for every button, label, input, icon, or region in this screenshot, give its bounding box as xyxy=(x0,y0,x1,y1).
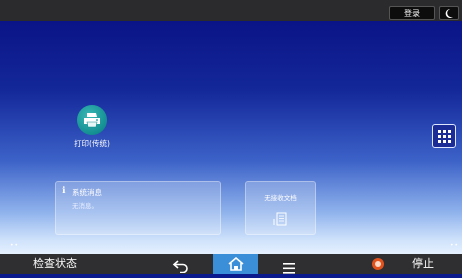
fax-document-icon xyxy=(273,212,287,226)
stop-button[interactable]: 停止 xyxy=(369,254,462,274)
system-message-title: 系统消息 xyxy=(72,188,102,197)
page-indicator-right: •• xyxy=(450,242,460,249)
night-mode-button[interactable] xyxy=(439,6,459,20)
info-icon: ℹ xyxy=(62,186,66,196)
moon-icon xyxy=(445,9,453,18)
back-icon xyxy=(172,260,188,274)
grid-icon xyxy=(438,130,451,143)
check-status-button[interactable]: 检查状态 xyxy=(0,254,110,274)
printer-app-icon xyxy=(77,105,107,135)
fax-received-widget[interactable]: 无接收文档 xyxy=(245,181,316,235)
top-status-bar: 登录 xyxy=(0,0,462,21)
page-indicator-left: •• xyxy=(10,242,20,249)
bottom-nav-bar: 检查状态 停止 xyxy=(0,254,462,274)
menu-icon xyxy=(283,263,295,274)
menu-button[interactable] xyxy=(281,259,297,274)
stop-label: 停止 xyxy=(412,257,434,270)
system-message-text: 无消息。 xyxy=(72,202,98,210)
stop-icon xyxy=(372,258,384,270)
app-print-classic[interactable]: 打印(传统) xyxy=(66,105,118,155)
login-button[interactable]: 登录 xyxy=(389,6,435,20)
system-message-widget[interactable]: ℹ 系统消息 无消息。 xyxy=(55,181,221,235)
home-button[interactable] xyxy=(213,254,258,274)
app-list-button[interactable] xyxy=(432,124,456,148)
home-icon xyxy=(228,257,244,271)
fax-received-label: 无接收文档 xyxy=(264,194,297,202)
back-button[interactable] xyxy=(171,258,191,274)
app-label: 打印(传统) xyxy=(74,139,110,148)
printer-icon xyxy=(84,113,100,128)
